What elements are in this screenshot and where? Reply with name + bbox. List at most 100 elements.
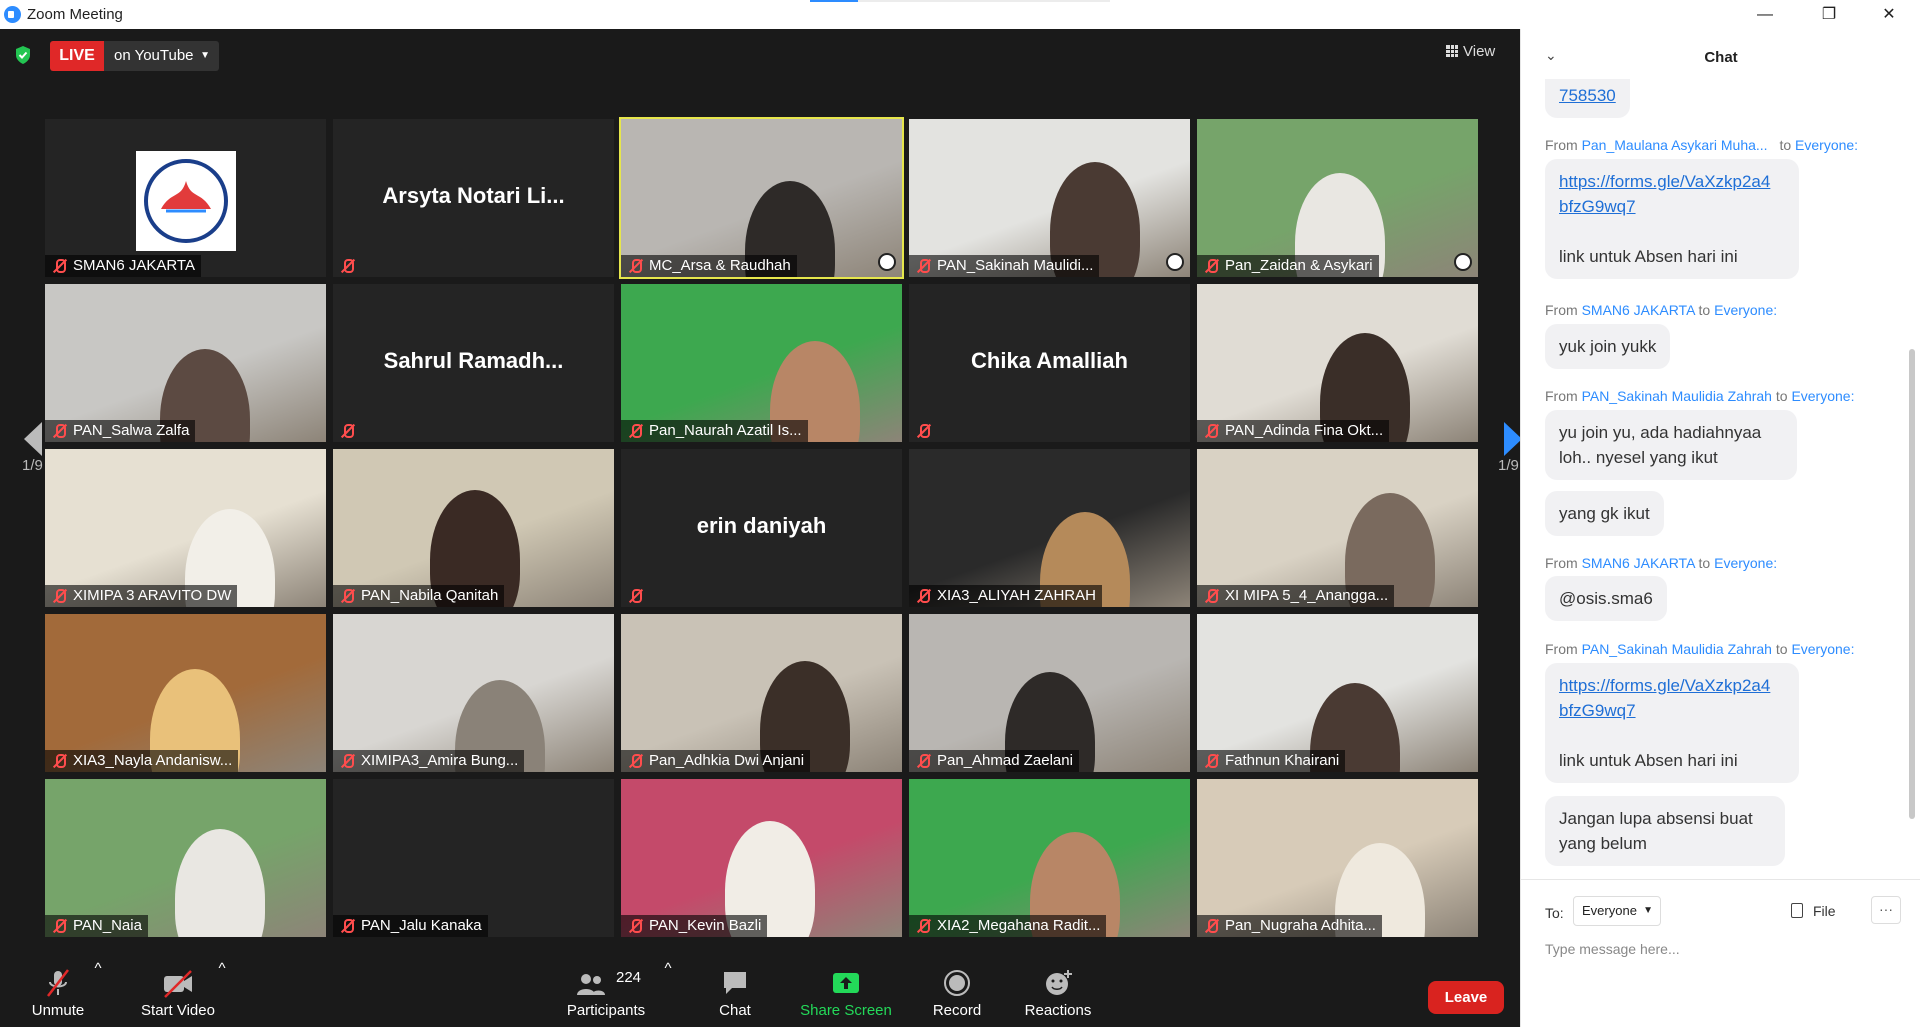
video-tile[interactable]: XIA2_Megahana Radit... bbox=[909, 779, 1190, 937]
participant-name-label bbox=[909, 420, 943, 442]
participant-name: PAN_Nabila Qanitah bbox=[361, 587, 499, 604]
record-label: Record bbox=[932, 1002, 982, 1019]
more-options-button[interactable]: ··· bbox=[1871, 896, 1901, 924]
chat-button[interactable]: Chat bbox=[700, 960, 770, 1027]
chat-scrollbar[interactable] bbox=[1909, 349, 1915, 819]
video-tile[interactable]: Sahrul Ramadh... bbox=[333, 284, 614, 442]
video-tile[interactable]: PAN_Jalu Kanaka bbox=[333, 779, 614, 937]
share-screen-button[interactable]: Share Screen bbox=[796, 960, 896, 1027]
video-tile[interactable]: Pan_Ahmad Zaelani bbox=[909, 614, 1190, 772]
chat-sender[interactable]: SMAN6 JAKARTA bbox=[1582, 555, 1695, 571]
participant-display-name: Sahrul Ramadh... bbox=[383, 348, 564, 373]
chat-compose: To: Everyone ▼ File ··· bbox=[1521, 879, 1920, 1027]
participant-video bbox=[1197, 449, 1478, 607]
live-badge[interactable]: LIVE bbox=[50, 41, 104, 71]
chat-recipient[interactable]: Everyone: bbox=[1791, 641, 1854, 657]
video-tile[interactable]: Arsyta Notari Li... bbox=[333, 119, 614, 277]
video-tile[interactable]: PAN_Naia bbox=[45, 779, 326, 937]
video-tile[interactable]: SMAN6 JAKARTA bbox=[45, 119, 326, 277]
chat-message-bubble: https://forms.gle/VaXzkp2a4 bfzG9wq7 lin… bbox=[1545, 663, 1799, 783]
chat-message-bubble: 758530 bbox=[1545, 79, 1630, 118]
mic-muted-icon bbox=[915, 918, 931, 934]
shield-icon[interactable] bbox=[14, 45, 32, 65]
participants-button[interactable]: 224 Participants bbox=[556, 960, 656, 1027]
from-word: From bbox=[1545, 302, 1578, 318]
loading-progress-fill bbox=[810, 0, 858, 2]
chat-recipient[interactable]: Everyone: bbox=[1714, 302, 1777, 318]
close-button[interactable]: ✕ bbox=[1866, 2, 1912, 28]
chat-sender[interactable]: PAN_Sakinah Maulidia Zahrah bbox=[1582, 388, 1772, 404]
from-word: From bbox=[1545, 555, 1578, 571]
chat-recipient[interactable]: Everyone: bbox=[1795, 137, 1858, 153]
video-tile[interactable]: PAN_Salwa Zalfa bbox=[45, 284, 326, 442]
record-button[interactable]: Record bbox=[922, 960, 992, 1027]
chat-message-header: From Pan_Maulana Asykari Muha... to Ever… bbox=[1545, 137, 1858, 153]
mic-off-icon bbox=[47, 969, 69, 997]
participant-name-label: Pan_Adhkia Dwi Anjani bbox=[621, 750, 811, 772]
title-bar: Zoom Meeting — ❐ ✕ bbox=[0, 0, 1920, 29]
video-tile[interactable]: erin daniyah bbox=[621, 449, 902, 607]
video-options-caret[interactable]: ^ bbox=[216, 960, 228, 1027]
chat-link-cont[interactable]: bfzG9wq7 bbox=[1559, 701, 1636, 720]
audio-options-caret[interactable]: ^ bbox=[92, 960, 104, 1027]
video-tile[interactable]: PAN_Kevin Bazli bbox=[621, 779, 902, 937]
video-tile[interactable]: MC_Arsa & Raudhah bbox=[619, 117, 904, 279]
participant-display-name: Arsyta Notari Li... bbox=[382, 183, 565, 208]
chat-sender[interactable]: Pan_Maulana Asykari Muha... bbox=[1582, 137, 1768, 153]
participants-options-caret[interactable]: ^ bbox=[662, 960, 674, 1027]
mic-muted-icon bbox=[51, 423, 67, 439]
start-video-label: Start Video bbox=[141, 1002, 215, 1019]
unmute-button[interactable]: Unmute bbox=[18, 960, 98, 1027]
chat-recipient[interactable]: Everyone: bbox=[1714, 555, 1777, 571]
participant-name-label: PAN_Salwa Zalfa bbox=[45, 420, 196, 442]
chat-sender[interactable]: PAN_Sakinah Maulidia Zahrah bbox=[1582, 641, 1772, 657]
video-tile[interactable]: PAN_Sakinah Maulidi... bbox=[909, 119, 1190, 277]
participant-name: XIMIPA3_Amira Bung... bbox=[361, 752, 519, 769]
video-tile[interactable]: PAN_Adinda Fina Okt... bbox=[1197, 284, 1478, 442]
stream-target-dropdown[interactable]: on YouTube ▼ bbox=[104, 41, 219, 71]
view-button[interactable]: View bbox=[1446, 39, 1512, 65]
chat-message-text: yang gk ikut bbox=[1559, 504, 1650, 523]
video-tile[interactable]: Fathnun Khairani bbox=[1197, 614, 1478, 772]
reactions-button[interactable]: Reactions bbox=[1016, 960, 1100, 1027]
chat-link-cont[interactable]: bfzG9wq7 bbox=[1559, 197, 1636, 216]
video-tile[interactable]: XIA3_Nayla Andanisw... bbox=[45, 614, 326, 772]
video-tile[interactable]: XIA3_ALIYAH ZAHRAH bbox=[909, 449, 1190, 607]
message-input[interactable] bbox=[1545, 934, 1895, 964]
video-tile[interactable]: Chika Amalliah bbox=[909, 284, 1190, 442]
start-video-button[interactable]: Start Video bbox=[128, 960, 228, 1027]
chat-messages[interactable]: 758530 From Pan_Maulana Asykari Muha... … bbox=[1521, 79, 1909, 879]
chat-link[interactable]: 758530 bbox=[1559, 86, 1616, 105]
file-button[interactable]: File bbox=[1791, 898, 1836, 924]
video-tile[interactable]: Pan_Naurah Azatil Is... bbox=[621, 284, 902, 442]
view-button-label: View bbox=[1463, 43, 1496, 60]
emblem-icon bbox=[1166, 253, 1184, 271]
recipient-select[interactable]: Everyone ▼ bbox=[1573, 896, 1661, 926]
mic-muted-icon bbox=[339, 753, 355, 769]
mic-muted-icon bbox=[1203, 588, 1219, 604]
video-tile[interactable]: Pan_Nugraha Adhita... bbox=[1197, 779, 1478, 937]
video-tile[interactable]: XIMIPA3_Amira Bung... bbox=[333, 614, 614, 772]
mic-muted-icon bbox=[339, 588, 355, 604]
maximize-button[interactable]: ❐ bbox=[1806, 2, 1852, 28]
participant-name: Pan_Zaidan & Asykari bbox=[1225, 257, 1373, 274]
video-tile[interactable]: XIMIPA 3 ARAVITO DW bbox=[45, 449, 326, 607]
chat-link[interactable]: https://forms.gle/VaXzkp2a4 bbox=[1559, 676, 1770, 695]
minimize-button[interactable]: — bbox=[1742, 2, 1788, 28]
chat-recipient[interactable]: Everyone: bbox=[1791, 388, 1854, 404]
chat-sender[interactable]: SMAN6 JAKARTA bbox=[1582, 302, 1695, 318]
mic-muted-icon bbox=[1203, 918, 1219, 934]
video-tile[interactable]: PAN_Nabila Qanitah bbox=[333, 449, 614, 607]
chat-message-header: From SMAN6 JAKARTA to Everyone: bbox=[1545, 302, 1777, 318]
chat-message-bubble: yuk join yukk bbox=[1545, 324, 1671, 369]
participant-name-label: XIA3_ALIYAH ZAHRAH bbox=[909, 585, 1102, 607]
video-tile[interactable]: Pan_Adhkia Dwi Anjani bbox=[621, 614, 902, 772]
participant-name-label bbox=[333, 255, 367, 277]
unmute-label: Unmute bbox=[31, 1002, 85, 1019]
video-tile[interactable]: Pan_Zaidan & Asykari bbox=[1197, 119, 1478, 277]
participant-name-label: PAN_Adinda Fina Okt... bbox=[1197, 420, 1390, 442]
video-tile[interactable]: XI MIPA 5_4_Anangga... bbox=[1197, 449, 1478, 607]
file-icon bbox=[1791, 903, 1803, 918]
leave-button[interactable]: Leave bbox=[1428, 981, 1504, 1014]
chat-link[interactable]: https://forms.gle/VaXzkp2a4 bbox=[1559, 172, 1770, 191]
